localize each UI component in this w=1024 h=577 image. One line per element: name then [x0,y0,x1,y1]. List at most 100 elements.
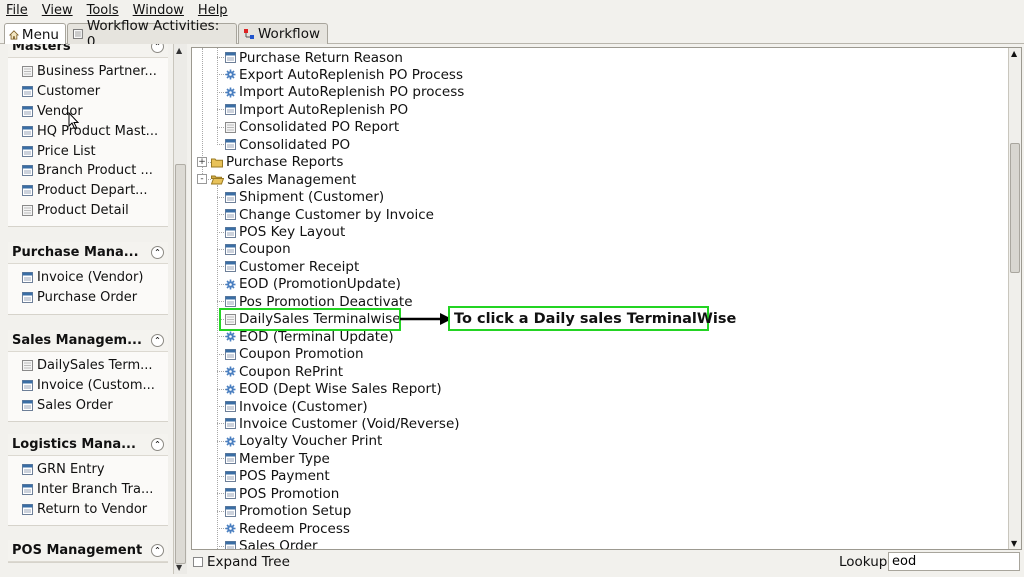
tree-item[interactable]: Import AutoReplenish PO process [225,84,464,101]
sidebar-item[interactable]: Sales Order [22,396,168,416]
collapse-icon[interactable]: ⌃ [151,438,164,451]
collapse-icon[interactable]: ⌃ [151,544,164,557]
collapse-icon[interactable]: ⌃ [151,334,164,347]
workflow-icon [244,29,254,39]
sidebar-item[interactable]: Product Detail [22,201,168,221]
tree-item[interactable]: EOD (Terminal Update) [225,328,394,345]
folder-closed-icon [211,158,223,168]
sidebar-item-label: Sales Order [37,397,113,413]
window-icon [225,243,236,255]
expand-tree-label: Expand Tree [207,554,290,570]
tree-item[interactable]: Sales Management [211,171,356,188]
tree-item[interactable]: Invoice (Customer) [225,398,368,415]
menu-file-label: File [6,3,28,18]
sidebar-item[interactable]: Product Depart... [22,181,168,201]
tree-item[interactable]: Purchase Reports [211,154,343,171]
menu-help[interactable]: Help [198,3,228,18]
tree-item[interactable]: Purchase Return Reason [225,49,403,66]
tree-item[interactable]: Promotion Setup [225,503,351,520]
tree-item[interactable]: Sales Order [225,538,318,549]
tree-item[interactable]: Import AutoReplenish PO [225,101,408,118]
sidebar-item[interactable]: Customer [22,82,168,102]
tree-scrollbar[interactable]: ▲ ▼ [1008,48,1021,549]
scroll-up-icon[interactable]: ▲ [1011,49,1017,58]
tree-item[interactable]: Member Type [225,450,330,467]
window-icon [225,488,236,500]
tree-item[interactable]: Loyalty Voucher Print [225,433,382,450]
expand-tree-toggle[interactable]: Expand Tree [193,554,290,570]
tree-item-label: Redeem Process [239,520,350,537]
lookup-label: Lookup [839,554,888,570]
tree-item[interactable]: EOD (PromotionUpdate) [225,276,401,293]
menu-window[interactable]: Window [133,3,184,18]
sidebar-item-label: Branch Product ... [37,163,153,179]
tree-item-label: EOD (Dept Wise Sales Report) [239,381,442,398]
annotation-callout: To click a Daily sales TerminalWise [448,306,736,331]
collapse-node-icon[interactable]: - [197,174,207,185]
sidebar-item[interactable]: Return to Vendor [22,500,168,520]
lookup-input[interactable] [888,552,1020,571]
window-icon [225,540,236,549]
tree-item[interactable]: Export AutoReplenish PO Process [225,66,463,83]
sidebar-item[interactable]: Business Partner... [22,62,168,82]
tab-menu-label: Menu [21,26,59,43]
menu-view[interactable]: View [42,3,73,18]
sidebar-scroll-thumb[interactable] [175,164,186,564]
sidebar-group-header[interactable]: POS Management ⌃ [8,540,168,562]
sidebar-group-header[interactable]: Logistics Mana... ⌃ [8,434,168,456]
window-icon [22,503,33,515]
scroll-down-icon[interactable]: ▼ [176,563,182,572]
sidebar-item-label: Invoice (Custom... [37,378,155,394]
tree-item-label: EOD (Terminal Update) [239,328,394,345]
tree-item[interactable]: POS Payment [225,468,330,485]
tree-item[interactable]: Coupon [225,241,291,258]
sidebar-group-header[interactable]: Purchase Mana... ⌃ [8,242,168,264]
expand-icon[interactable]: + [197,156,207,167]
tree-scroll-thumb[interactable] [1010,143,1020,273]
tab-workflow-activities[interactable]: Workflow Activities: 0 [67,18,237,50]
tree-item[interactable]: Consolidated PO [225,136,350,153]
tree-item[interactable]: Redeem Process [225,520,350,537]
sidebar-item[interactable]: Branch Product ... [22,161,168,181]
tree-item[interactable]: Shipment (Customer) [225,189,384,206]
sidebar-group-header[interactable]: Sales Managem... ⌃ [8,330,168,352]
tree-item[interactable]: Consolidated PO Report [225,119,399,136]
scroll-up-icon[interactable]: ▲ [176,46,182,55]
sidebar-group-title: POS Management [12,543,143,558]
window-icon [22,464,33,476]
menu-file[interactable]: File [6,3,28,18]
sidebar-item[interactable]: Price List [22,141,168,161]
sidebar-item[interactable]: Invoice (Vendor) [22,268,168,288]
menu-tree: Purchase Return Reason Export AutoRepleni… [191,47,1022,550]
tree-item[interactable]: Customer Receipt [225,258,359,275]
sidebar-item[interactable]: DailySales Term... [22,356,168,376]
sidebar-item[interactable]: Vendor [22,102,168,122]
tab-workflow[interactable]: Workflow [238,23,328,44]
tree-item[interactable]: POS Key Layout [225,224,345,241]
sidebar-group-header[interactable]: Masters ⌃ [8,44,168,58]
scroll-down-icon[interactable]: ▼ [1011,539,1017,548]
tree-item[interactable]: Change Customer by Invoice [225,206,434,223]
tree-item[interactable]: Coupon Promotion [225,346,364,363]
sidebar-item-label: Price List [37,143,96,159]
sidebar-item[interactable]: HQ Product Mast... [22,121,168,141]
sidebar-item[interactable]: Invoice (Custom... [22,376,168,396]
tab-menu[interactable]: Menu [4,23,66,45]
collapse-icon[interactable]: ⌃ [151,246,164,259]
tree-item[interactable]: Invoice Customer (Void/Reverse) [225,415,460,432]
tree-item-label: Purchase Reports [226,154,344,171]
sidebar-item[interactable]: Purchase Order [22,288,168,308]
collapse-icon[interactable]: ⌃ [151,44,164,53]
sidebar-scrollbar[interactable]: ▲ ▼ [173,44,187,574]
expand-tree-checkbox[interactable] [193,557,203,567]
sidebar-item[interactable]: Inter Branch Tra... [22,480,168,500]
tree-item[interactable]: Coupon RePrint [225,363,343,380]
sidebar-group: Purchase Mana... ⌃ Invoice (Vendor) Purchas… [8,242,168,315]
sidebar-item[interactable]: GRN Entry [22,460,168,480]
tree-item-label: Sales Management [227,171,357,188]
window-icon [225,104,236,116]
process-icon [225,523,236,534]
tree-item[interactable]: EOD (Dept Wise Sales Report) [225,381,442,398]
tree-item[interactable]: POS Promotion [225,485,339,502]
menu-tools[interactable]: Tools [87,3,119,18]
